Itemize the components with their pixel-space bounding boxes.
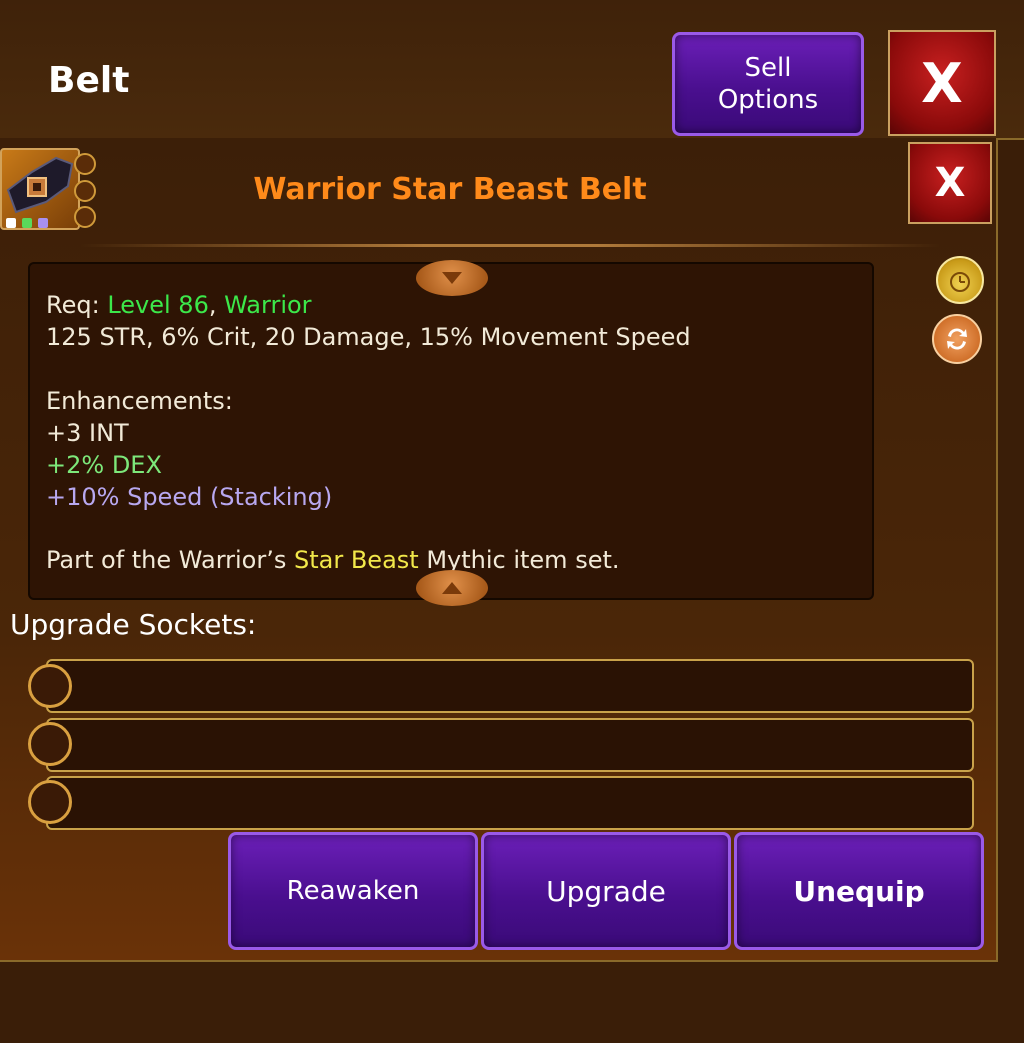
gem-green: [22, 218, 32, 228]
reawaken-button[interactable]: Reawaken: [228, 832, 478, 950]
unequip-label: Unequip: [793, 874, 925, 908]
top-bar: Belt: [0, 0, 1024, 140]
item-name: Warrior Star Beast Belt: [253, 172, 647, 207]
enhancement-dex: +2% DEX: [46, 451, 162, 479]
scroll-up-tab[interactable]: [416, 260, 488, 296]
clock-icon: [950, 272, 970, 292]
close-icon: X: [934, 160, 966, 206]
gold-bag-icon[interactable]: [936, 256, 984, 304]
set-name: Star Beast: [293, 546, 419, 574]
gem-white: [6, 218, 16, 228]
socket-slot-1[interactable]: [46, 659, 974, 713]
close-icon: X: [921, 51, 963, 115]
req-class: Warrior: [224, 291, 312, 319]
close-item-button[interactable]: X: [908, 142, 992, 224]
swap-icon[interactable]: [932, 314, 982, 364]
swap-arrows-icon: [947, 328, 967, 350]
socket-slot-3[interactable]: [46, 776, 974, 830]
close-button[interactable]: X: [888, 30, 996, 136]
sell-options-label: Sell Options: [717, 53, 819, 115]
requirements-line: Req: Level 86, Warrior: [46, 291, 312, 319]
scroll-down-tab[interactable]: [416, 570, 488, 606]
unequip-button[interactable]: Unequip: [734, 832, 984, 950]
set-text-before: Part of the Warrior’s: [46, 546, 294, 574]
icon-socket-dot: [74, 206, 96, 228]
socket-circle-icon: [28, 780, 72, 824]
stats-line: 125 STR, 6% Crit, 20 Damage, 15% Movemen…: [46, 323, 691, 351]
req-level: Level 86: [107, 291, 209, 319]
sell-options-button[interactable]: Sell Options: [672, 32, 864, 136]
chevron-up-icon: [442, 582, 462, 594]
enhancement-int: +3 INT: [46, 419, 129, 447]
upgrade-label: Upgrade: [546, 874, 666, 908]
socket-slot-2[interactable]: [46, 718, 974, 772]
upgrade-button[interactable]: Upgrade: [481, 832, 731, 950]
req-separator: ,: [208, 291, 225, 319]
divider: [80, 244, 940, 247]
enhancements-header: Enhancements:: [46, 387, 233, 415]
set-line: Part of the Warrior’s Star Beast Mythic …: [46, 546, 620, 574]
reawaken-label: Reawaken: [286, 876, 420, 906]
req-prefix: Req:: [46, 291, 108, 319]
socket-circle-icon: [28, 722, 72, 766]
upgrade-sockets-label: Upgrade Sockets:: [10, 608, 257, 641]
socket-circle-icon: [28, 664, 72, 708]
gem-purple: [38, 218, 48, 228]
chevron-down-icon: [442, 272, 462, 284]
enhancement-speed: +10% Speed (Stacking): [46, 483, 333, 511]
page-title: Belt: [48, 60, 130, 101]
